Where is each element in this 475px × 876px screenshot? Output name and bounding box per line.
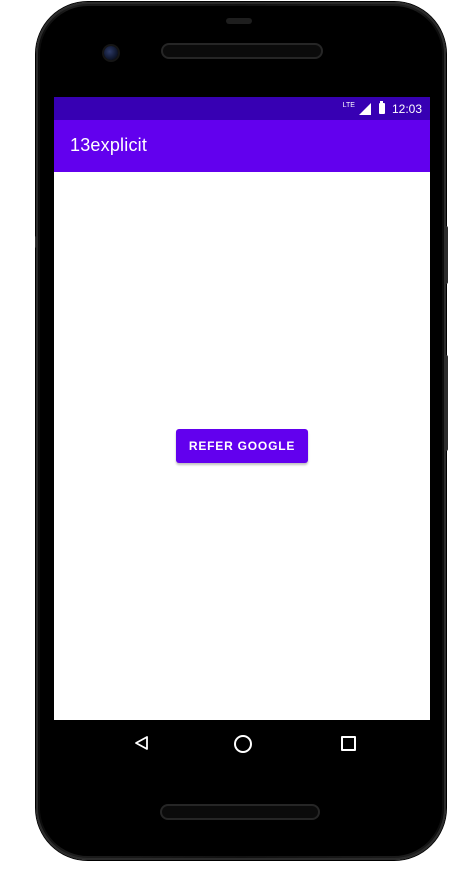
front-camera-icon xyxy=(104,46,118,60)
power-button xyxy=(444,226,448,284)
battery-icon xyxy=(378,101,385,114)
home-icon[interactable] xyxy=(234,735,252,753)
status-bar: LTE 12:03 xyxy=(54,97,430,120)
recents-icon[interactable] xyxy=(341,736,356,751)
top-speaker-grille xyxy=(163,45,321,57)
stage: LTE 12:03 13explicit REFER GOOGLE xyxy=(0,0,475,876)
back-icon[interactable] xyxy=(134,735,150,751)
navigation-bar xyxy=(54,720,430,767)
refer-google-button[interactable]: REFER GOOGLE xyxy=(176,429,308,463)
status-time: 12:03 xyxy=(391,101,422,116)
network-type-label: LTE xyxy=(342,102,355,109)
bottom-speaker-grille xyxy=(162,806,318,818)
left-side-detail xyxy=(35,236,38,248)
status-icons: LTE 12:03 xyxy=(343,101,422,116)
top-sensor-slot xyxy=(226,18,252,24)
device-screen: LTE 12:03 13explicit REFER GOOGLE xyxy=(54,97,430,767)
app-bar: 13explicit xyxy=(54,120,430,172)
app-title: 13explicit xyxy=(70,135,148,155)
main-content: REFER GOOGLE xyxy=(54,172,430,720)
signal-icon xyxy=(358,102,371,115)
volume-button xyxy=(444,355,448,451)
